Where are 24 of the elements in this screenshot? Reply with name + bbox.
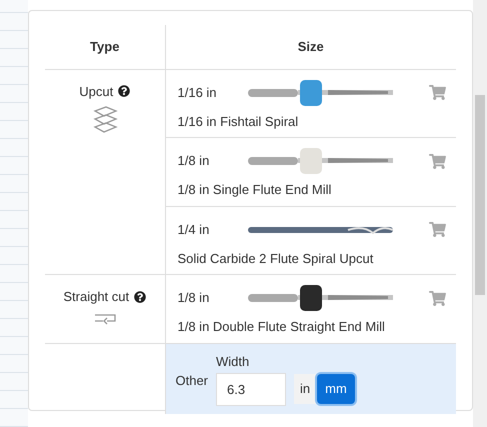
bit-size[interactable]: 1/4 in (178, 220, 248, 240)
column-header: Type (45, 25, 165, 69)
bit-size[interactable]: 1/16 in (178, 82, 248, 102)
cut-type-label: Straight cut (63, 288, 130, 306)
bit-size[interactable]: 1/8 in (178, 151, 248, 171)
width-input[interactable]: 6.3 (216, 373, 286, 406)
help-icon[interactable] (134, 290, 146, 303)
cart-icon[interactable] (429, 154, 446, 168)
unit-toggle[interactable]: mm (317, 374, 355, 404)
other-label: Other (176, 372, 208, 390)
bit-description[interactable]: 1/16 in Fishtail Spiral (178, 112, 446, 131)
cut-type-label: Upcut (79, 82, 114, 101)
bit-description[interactable]: 1/8 in Double Flute Straight End Mill (178, 317, 446, 336)
unit-toggle[interactable]: in (294, 374, 316, 404)
help-icon[interactable] (118, 85, 130, 98)
bit-size[interactable]: 1/8 in (178, 288, 248, 308)
spiral-upcut-icon (92, 105, 118, 135)
column-header: Size (165, 25, 456, 69)
bit-description[interactable]: Solid Carbide 2 Flute Spiral Upcut (178, 248, 446, 268)
cart-icon[interactable] (429, 290, 446, 306)
width-label: Width (216, 352, 250, 370)
bit-description[interactable]: 1/8 in Single Flute End Mill (178, 180, 446, 200)
cart-icon[interactable] (429, 222, 446, 237)
cart-icon[interactable] (429, 85, 446, 100)
